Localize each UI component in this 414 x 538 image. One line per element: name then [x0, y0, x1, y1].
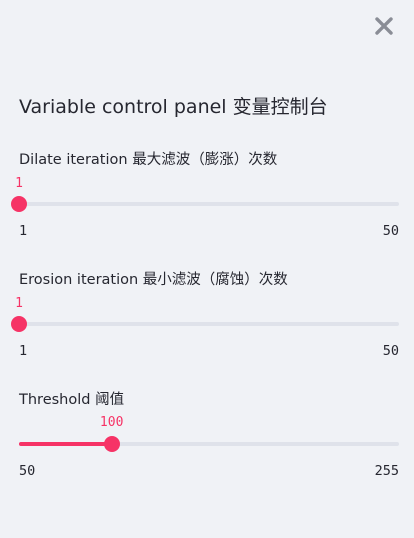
dilate-slider-value: 1 — [15, 176, 23, 191]
dilate-slider-thumb[interactable] — [11, 196, 27, 212]
threshold-slider-fill — [19, 442, 112, 446]
dilate-slider-min: 1 — [19, 223, 28, 239]
erosion-slider-min: 1 — [19, 343, 28, 359]
threshold-slider-label: Threshold 阈值 — [19, 392, 125, 408]
threshold-slider-min: 50 — [19, 463, 36, 479]
dilate-slider-track[interactable] — [19, 202, 399, 206]
dilate-slider-max: 50 — [382, 223, 399, 239]
close-button[interactable] — [373, 15, 395, 37]
panel-title: Variable control panel 变量控制台 — [19, 96, 328, 118]
close-x-icon — [375, 17, 393, 35]
erosion-slider-max: 50 — [382, 343, 399, 359]
threshold-slider-max: 255 — [374, 463, 399, 479]
threshold-slider-thumb[interactable] — [103, 436, 120, 452]
erosion-slider-thumb[interactable] — [11, 316, 27, 332]
erosion-slider-label: Erosion iteration 最小滤波（腐蚀）次数 — [19, 272, 288, 288]
erosion-slider-track[interactable] — [19, 322, 399, 326]
erosion-slider-value: 1 — [15, 296, 23, 311]
threshold-slider-value: 100 — [99, 415, 124, 430]
threshold-slider-track[interactable] — [19, 442, 399, 446]
dilate-slider-label: Dilate iteration 最大滤波（膨涨）次数 — [19, 152, 278, 168]
